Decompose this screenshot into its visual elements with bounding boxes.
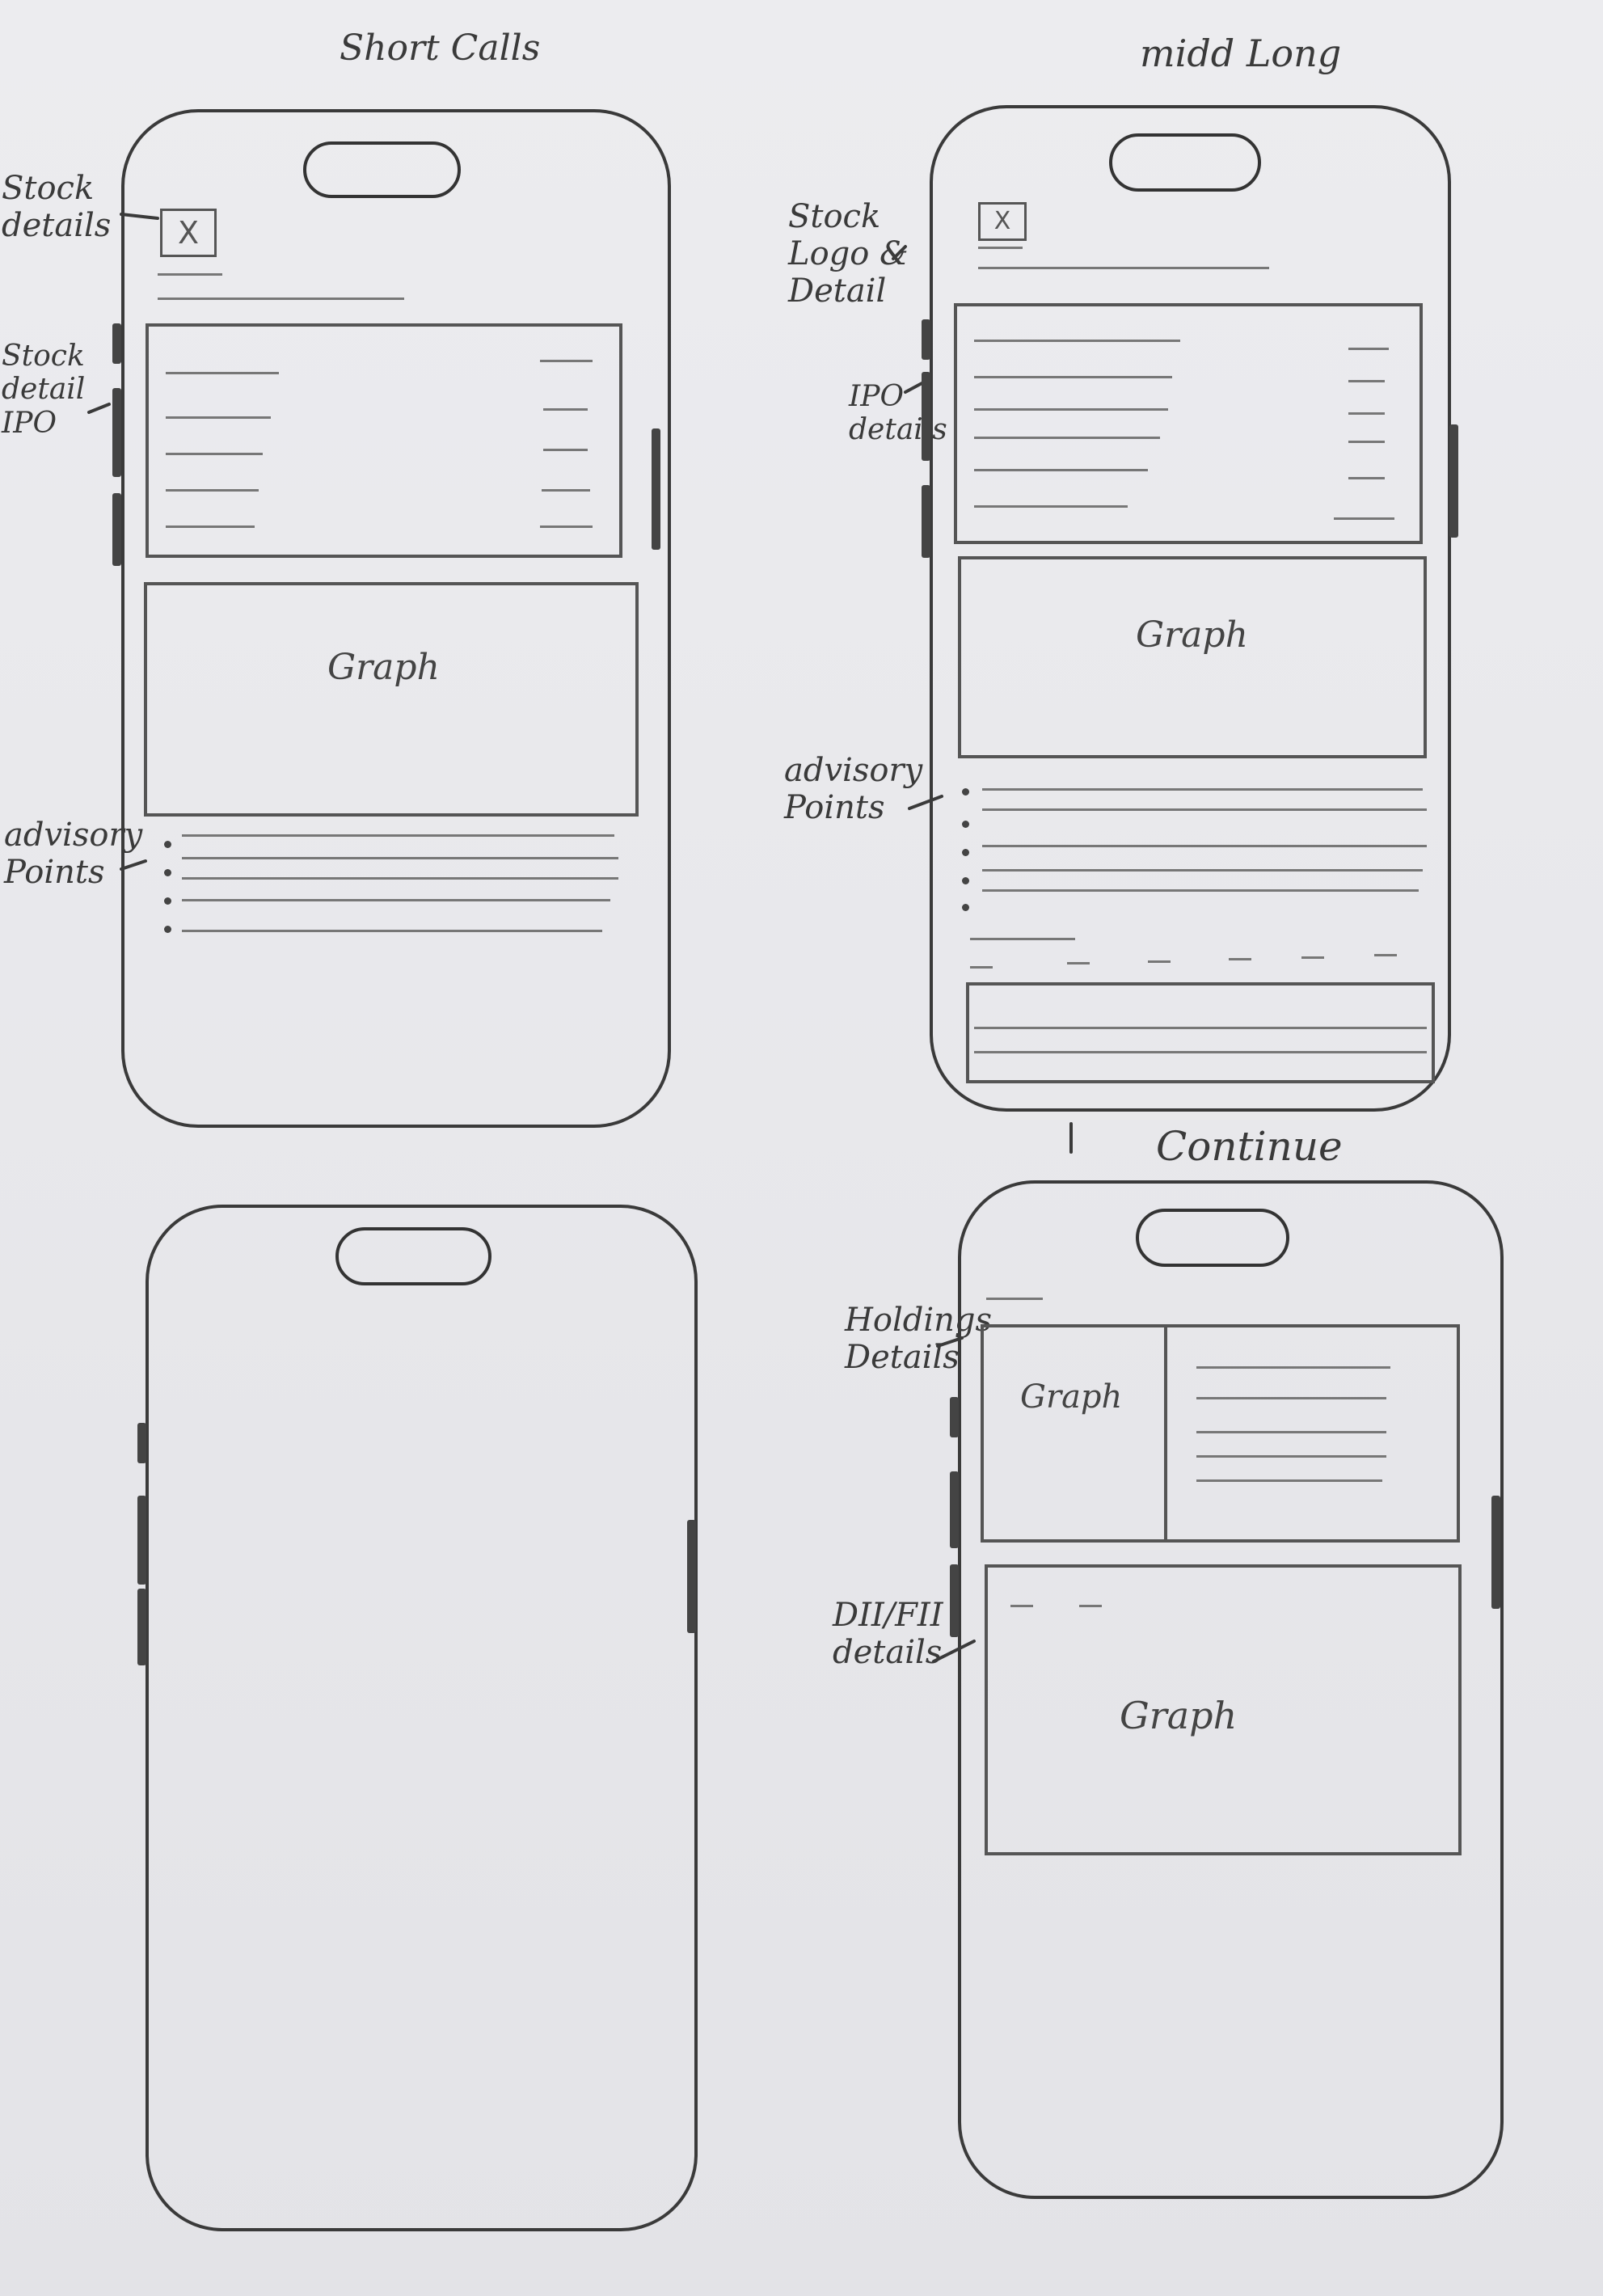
phone1-side-button-1 bbox=[112, 323, 121, 364]
phone1-advisory-line-4 bbox=[182, 899, 610, 901]
phone2-dash-2 bbox=[1067, 962, 1090, 964]
phone4-side-button-2 bbox=[950, 1471, 959, 1548]
phone1-power-button bbox=[652, 428, 660, 550]
phone2-ipo-val-5 bbox=[1348, 477, 1385, 479]
phone4-holdings-row-5 bbox=[1196, 1479, 1382, 1482]
phone2-advisory-line-6 bbox=[970, 938, 1075, 940]
phone1-stock-name-line bbox=[158, 298, 404, 300]
phone4-dii-graph-label: Graph bbox=[1120, 1694, 1238, 1737]
phone1-ipo-val-5 bbox=[540, 525, 593, 528]
phone1-ipo-row-4 bbox=[166, 489, 259, 492]
phone2-advisory-line-1 bbox=[982, 788, 1423, 791]
phone2-dash-4 bbox=[1229, 958, 1251, 960]
phone2-advisory-dot-5 bbox=[962, 904, 969, 911]
phone3-side-button-2 bbox=[137, 1496, 146, 1585]
phone2-advisory-line-3 bbox=[982, 845, 1427, 847]
phone1-graph-box bbox=[144, 582, 639, 817]
phone2-dash-6 bbox=[1374, 954, 1397, 956]
phone1-side-button-2 bbox=[112, 388, 121, 477]
phone1-graph-label: Graph bbox=[327, 647, 440, 688]
phone2-stock-logo: X bbox=[978, 202, 1027, 241]
phone4-dii-dash-2 bbox=[1079, 1605, 1102, 1607]
phone2-ipo-row-1 bbox=[974, 340, 1180, 342]
phone2-ipo-val-4 bbox=[1348, 441, 1385, 443]
phone1-ipo-row-2 bbox=[166, 416, 271, 419]
phone4-holdings-divider bbox=[1164, 1326, 1167, 1540]
phone1-advisory-line-5 bbox=[182, 930, 602, 932]
phone2-ipo-val-2 bbox=[1348, 380, 1385, 382]
phone1-advisory-line-2 bbox=[182, 857, 618, 859]
phone4-header-line bbox=[986, 1298, 1043, 1300]
phone2-graph-label: Graph bbox=[1136, 614, 1248, 656]
phone2-advisory-line-5 bbox=[982, 889, 1419, 892]
phone2-ipo-row-3 bbox=[974, 408, 1168, 411]
phone2-side-button-3 bbox=[922, 485, 930, 558]
phone2-ipo-val-1 bbox=[1348, 348, 1389, 350]
phone1-advisory-dot-1 bbox=[164, 841, 171, 848]
phone4-holdings-row-1 bbox=[1196, 1366, 1390, 1369]
phone4-holdings-row-3 bbox=[1196, 1431, 1386, 1433]
phone-blank bbox=[146, 1205, 698, 2231]
phone3-notch bbox=[335, 1227, 491, 1285]
phone2-advisory-line-2 bbox=[982, 808, 1427, 811]
phone1-advisory-dot-4 bbox=[164, 926, 171, 933]
phone1-advisory-line-3 bbox=[182, 877, 618, 880]
phone1-ipo-row-1 bbox=[166, 372, 279, 374]
phone1-ipo-val-4 bbox=[542, 489, 590, 492]
phone2-ipo-row-2 bbox=[974, 376, 1172, 378]
phone3-power-button bbox=[687, 1520, 696, 1633]
phone1-notch bbox=[303, 141, 461, 198]
phone2-ipo-row-5 bbox=[974, 469, 1148, 471]
phone2-notch bbox=[1109, 133, 1261, 192]
phone4-notch bbox=[1136, 1209, 1289, 1267]
phone2-advisory-dot-4 bbox=[962, 877, 969, 884]
phone3-side-button-1 bbox=[137, 1423, 146, 1463]
phone1-advisory-line-1 bbox=[182, 834, 614, 837]
arrow-stock-detail-ipo bbox=[87, 403, 111, 414]
phone1-side-button-3 bbox=[112, 493, 121, 566]
phone4-holdings-graph-label: Graph bbox=[1020, 1378, 1123, 1416]
phone1-ipo-detail-box bbox=[146, 323, 622, 558]
phone2-dash-3 bbox=[1148, 960, 1171, 963]
phone2-advisory-dot-1 bbox=[962, 788, 969, 796]
phone2-side-button-1 bbox=[922, 319, 930, 360]
phone2-advisory-line-4 bbox=[982, 869, 1423, 872]
phone4-holdings-box bbox=[981, 1324, 1460, 1543]
phone1-ipo-val-2 bbox=[543, 408, 588, 411]
phone2-dash-5 bbox=[1301, 956, 1324, 959]
phone2-bottom-line-1 bbox=[974, 1027, 1427, 1029]
phone4-dii-dash-1 bbox=[1010, 1605, 1033, 1607]
phone2-advisory-dot-2 bbox=[962, 821, 969, 828]
phone1-stock-logo: X bbox=[160, 209, 217, 257]
phone4-holdings-row-4 bbox=[1196, 1455, 1386, 1458]
arrow-stock-logo bbox=[892, 245, 907, 260]
phone3-side-button-3 bbox=[137, 1589, 146, 1665]
phone2-side-button-2 bbox=[922, 372, 930, 461]
phone2-bottom-line-2 bbox=[974, 1051, 1427, 1053]
phone1-ipo-row-5 bbox=[166, 525, 255, 528]
phone2-ipo-val-6 bbox=[1334, 517, 1394, 520]
phone1-logo-underline bbox=[158, 273, 222, 276]
phone2-logo-underline bbox=[978, 247, 1023, 249]
phone4-side-button-3 bbox=[950, 1564, 959, 1637]
phone1-ipo-val-1 bbox=[540, 360, 593, 362]
phone2-ipo-val-3 bbox=[1348, 412, 1385, 415]
phone1-advisory-dot-2 bbox=[164, 869, 171, 876]
phone2-stock-name-line bbox=[978, 267, 1269, 269]
phone2-dash-1 bbox=[970, 966, 993, 969]
phone2-advisory-dot-3 bbox=[962, 849, 969, 856]
phone2-ipo-row-6 bbox=[974, 505, 1128, 508]
phone1-advisory-dot-3 bbox=[164, 897, 171, 905]
phone1-ipo-val-3 bbox=[543, 449, 588, 451]
phone2-power-button bbox=[1449, 424, 1458, 538]
phone1-ipo-row-3 bbox=[166, 453, 263, 455]
phone4-side-button-1 bbox=[950, 1397, 959, 1437]
phone4-power-button bbox=[1491, 1496, 1500, 1609]
phone2-ipo-row-4 bbox=[974, 437, 1160, 439]
phone2-graph-box bbox=[958, 556, 1427, 758]
phone2-bottom-box bbox=[966, 982, 1435, 1083]
phone4-holdings-row-2 bbox=[1196, 1397, 1386, 1399]
sketch-paper: Short Calls midd Long Continue Stock det… bbox=[0, 0, 1603, 2296]
